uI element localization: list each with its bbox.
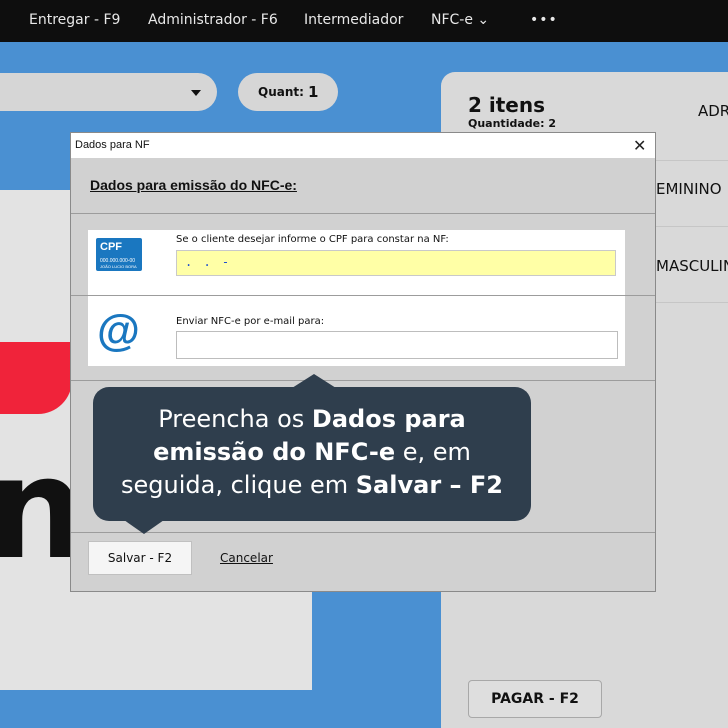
nav-nfce[interactable]: NFC-e ⌄ [431,12,489,28]
tooltip-arrow-up [292,374,336,388]
tooltip-text-part1: Preencha os [158,405,312,433]
cart-item-row[interactable]: EMININO [656,180,722,198]
cpf-input[interactable]: . . - [176,250,616,276]
cpf-card-icon: CPF 000.000.000-00 JOÃO LUCIO BORA [96,238,142,271]
chevron-down-icon: ⌄ [477,12,490,28]
cart-item-row[interactable]: MASCULIN [656,257,728,275]
product-select[interactable] [0,73,217,111]
email-at-icon: @ [97,306,140,355]
tooltip-arrow-down [124,520,164,534]
tooltip-text-bold2: Salvar – F2 [355,471,503,499]
cpf-icon-label: CPF [100,241,122,253]
nav-nfce-label: NFC-e [431,12,473,28]
cancel-link[interactable]: Cancelar [220,551,273,565]
email-label: Enviar NFC-e por e-mail para: [176,316,325,327]
quantity-field[interactable]: Quant: 1 [238,73,338,111]
cart-quantity: Quantidade: 2 [468,117,556,130]
brand-logo-mark-red [0,342,72,414]
cart-column-header: ADR [698,102,728,120]
dialog-titlebar: Dados para NF ✕ [71,133,655,158]
email-input[interactable] [176,331,618,359]
cart-items-count: 2 itens [468,93,546,117]
dialog-heading: Dados para emissão do NFC-e: [90,177,297,193]
hint-tooltip: Preencha os Dados para emissão do NFC-e … [93,387,531,521]
quantity-label: Quant: [258,85,304,99]
nav-administrador[interactable]: Administrador - F6 [148,12,278,28]
nav-entregar[interactable]: Entregar - F9 [29,12,120,28]
close-icon[interactable]: ✕ [633,136,646,156]
nav-intermediador[interactable]: Intermediador [304,12,403,28]
dialog-title: Dados para NF [75,139,150,151]
cpf-icon-name: JOÃO LUCIO BORA [100,264,137,269]
cpf-label: Se o cliente desejar informe o CPF para … [176,234,449,245]
more-options-icon[interactable]: ••• [530,12,558,28]
quantity-value: 1 [308,83,319,101]
dialog-divider [71,213,655,214]
dialog-divider [71,380,655,381]
save-button[interactable]: Salvar - F2 [88,541,192,575]
dropdown-arrow-icon[interactable] [191,90,201,96]
pay-button[interactable]: PAGAR - F2 [468,680,602,718]
top-nav-bar: Entregar - F9 Administrador - F6 Interme… [0,0,728,42]
